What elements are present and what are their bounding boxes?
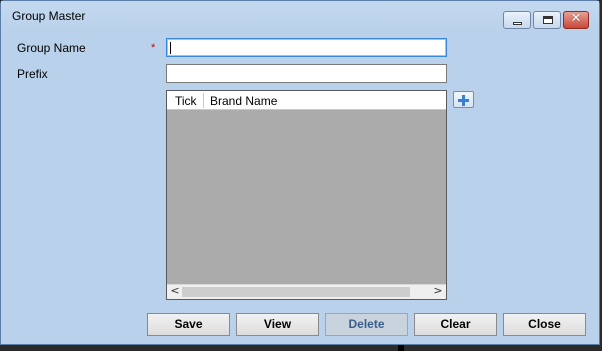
group-name-label: Group Name — [17, 41, 86, 55]
prefix-input[interactable] — [166, 64, 447, 83]
window-title: Group Master — [12, 9, 86, 23]
column-divider[interactable] — [203, 93, 204, 108]
plus-icon-vertical — [462, 95, 465, 106]
minimize-button[interactable] — [503, 11, 531, 29]
group-master-window: Group Master ✕ Group Name * Prefix Tick … — [0, 0, 600, 345]
view-button[interactable]: View — [236, 313, 319, 336]
text-caret — [170, 42, 171, 54]
scroll-thumb[interactable] — [182, 287, 410, 297]
scroll-left-icon[interactable]: < — [168, 284, 182, 297]
save-button[interactable]: Save — [147, 313, 230, 336]
prefix-label: Prefix — [17, 67, 48, 81]
title-bar[interactable]: Group Master ✕ — [1, 1, 599, 31]
add-brand-button[interactable] — [453, 91, 474, 108]
group-name-input[interactable] — [166, 38, 447, 57]
maximize-button[interactable] — [533, 11, 561, 29]
grid-header: Tick Brand Name — [167, 91, 446, 110]
background-fragment — [398, 345, 404, 351]
required-marker: * — [151, 42, 156, 54]
delete-button[interactable]: Delete — [325, 313, 408, 336]
clear-button[interactable]: Clear — [414, 313, 497, 336]
minimize-icon — [513, 22, 522, 25]
column-header-brand-name[interactable]: Brand Name — [210, 94, 277, 108]
close-window-button[interactable]: ✕ — [563, 11, 589, 29]
close-icon: ✕ — [570, 11, 582, 26]
horizontal-scrollbar[interactable]: < > — [167, 284, 446, 299]
scroll-right-icon[interactable]: > — [431, 284, 445, 297]
column-header-tick[interactable]: Tick — [175, 94, 197, 108]
maximize-icon — [543, 16, 553, 24]
brand-grid[interactable]: Tick Brand Name < > — [166, 90, 447, 300]
close-button[interactable]: Close — [503, 313, 586, 336]
